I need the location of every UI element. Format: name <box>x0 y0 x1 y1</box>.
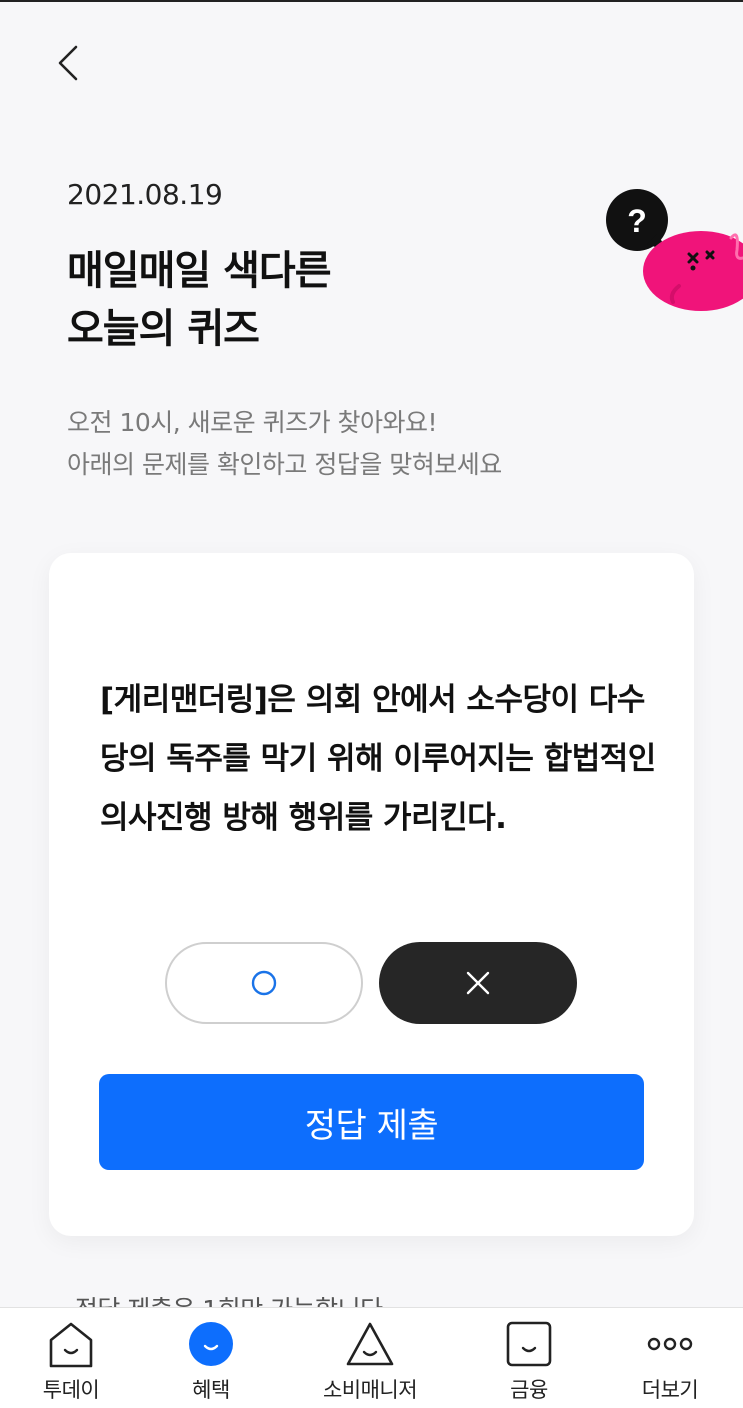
quiz-mascot: ? <box>603 186 743 316</box>
submit-notice: · 정답 제출은 1회만 가능합니다 <box>60 1290 383 1307</box>
tab-benefits-label: 혜택 <box>192 1378 230 1402</box>
circle-smile-icon <box>189 1322 233 1366</box>
quiz-card: [게리맨더링]은 의회 안에서 소수당이 다수당의 독주를 막기 위해 이루어지… <box>49 553 694 1236</box>
tab-today-label: 투데이 <box>42 1378 100 1402</box>
mascot-illustration: ? <box>606 189 743 311</box>
status-divider <box>0 0 743 2</box>
title-line-2: 오늘의 퀴즈 <box>67 306 260 352</box>
answer-o-button[interactable] <box>165 942 363 1024</box>
back-button[interactable] <box>48 40 88 86</box>
tab-benefits[interactable]: 혜택 <box>151 1308 271 1408</box>
tab-today[interactable]: 투데이 <box>11 1308 131 1408</box>
tab-more[interactable]: 더보기 <box>610 1308 730 1408</box>
chevron-left-icon <box>58 45 78 81</box>
subtitle-line-2: 아래의 문제를 확인하고 정답을 맞혀보세요 <box>67 450 502 479</box>
tab-spending-manager-label: 소비매니저 <box>322 1378 418 1402</box>
dots-more-icon <box>647 1337 693 1351</box>
tab-more-label: 더보기 <box>641 1378 699 1402</box>
title-line-1: 매일매일 색다른 <box>67 248 332 294</box>
answer-options <box>165 942 579 1024</box>
mascot-bubble-text: ? <box>627 203 647 239</box>
house-smile-icon <box>49 1322 93 1368</box>
cross-x-icon <box>466 971 490 995</box>
square-smile-icon <box>506 1321 552 1367</box>
quiz-question: [게리맨더링]은 의회 안에서 소수당이 다수당의 독주를 막기 위해 이루어지… <box>100 682 656 836</box>
submit-answer-button[interactable]: 정답 제출 <box>99 1074 644 1170</box>
tab-finance[interactable]: 금융 <box>469 1308 589 1408</box>
page-subtitle: 오전 10시, 새로운 퀴즈가 찾아와요! 아래의 문제를 확인하고 정답을 맞… <box>67 402 502 486</box>
tab-finance-label: 금융 <box>510 1378 548 1402</box>
bottom-tab-bar: 투데이 혜택 소비매니저 금융 더보기 <box>0 1307 743 1408</box>
answer-x-button[interactable] <box>379 942 577 1024</box>
circle-o-icon <box>251 970 277 996</box>
notice-area: · 정답 제출은 1회만 가능합니다 <box>60 1290 700 1307</box>
tab-spending-manager[interactable]: 소비매니저 <box>310 1308 430 1408</box>
triangle-smile-icon <box>346 1322 394 1366</box>
quiz-date: 2021.08.19 <box>67 178 223 211</box>
subtitle-line-1: 오전 10시, 새로운 퀴즈가 찾아와요! <box>67 408 438 437</box>
page-title: 매일매일 색다른 오늘의 퀴즈 <box>67 242 332 358</box>
